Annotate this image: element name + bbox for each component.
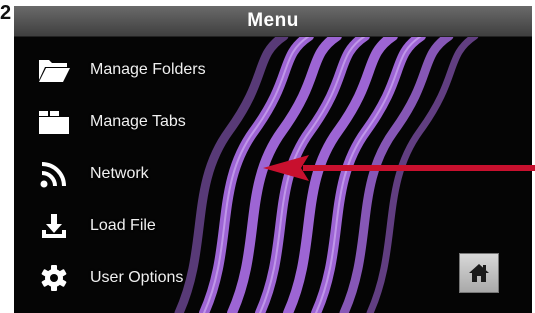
tabs-icon (34, 104, 74, 140)
menu-item-load-file[interactable]: Load File (14, 200, 334, 252)
menu-item-manage-folders[interactable]: Manage Folders (14, 44, 334, 96)
step-number: 2 (0, 2, 12, 24)
wifi-icon (34, 156, 74, 192)
download-icon (34, 208, 74, 244)
menu-item-label: Manage Tabs (90, 113, 186, 130)
menu-item-label: Network (90, 165, 149, 182)
menu-item-user-options[interactable]: User Options (14, 252, 334, 304)
page-title: Menu (247, 10, 299, 31)
menu-item-label: Manage Folders (90, 61, 206, 78)
home-icon (469, 264, 489, 282)
gear-icon (34, 260, 74, 296)
annotation-arrow (263, 155, 535, 181)
title-bar: Menu (14, 6, 532, 37)
menu-item-label: Load File (90, 217, 156, 234)
menu-item-label: User Options (90, 269, 184, 286)
menu-item-manage-tabs[interactable]: Manage Tabs (14, 96, 334, 148)
folder-open-icon (34, 52, 74, 88)
home-button[interactable] (459, 253, 499, 293)
